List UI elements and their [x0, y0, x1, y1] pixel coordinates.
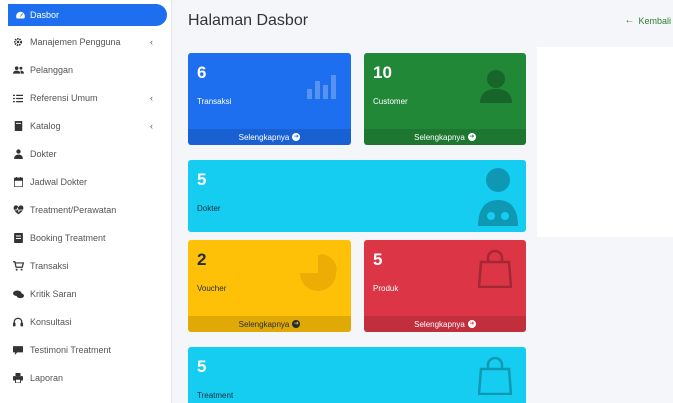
sidebar-item-jadwal-dokter[interactable]: Jadwal Dokter [0, 168, 171, 196]
sidebar-item-testimoni-treatment[interactable]: Testimoni Treatment [0, 336, 171, 364]
sidebar-item-label: Katalog [30, 121, 61, 131]
produk-count: 5 [373, 250, 383, 269]
dashboard-content: 6 Transaksi Selengkapnya ➜ 10 Customer S… [172, 42, 673, 403]
sidebar-item-kritik-saran[interactable]: Kritik Saran [0, 280, 171, 308]
dokter-box: 5 Dokter [188, 160, 526, 232]
sidebar-item-label: Konsultasi [30, 317, 72, 327]
book-icon [12, 120, 24, 132]
users-icon [12, 64, 24, 76]
treatment-count: 5 [197, 357, 207, 376]
sidebar-item-dokter[interactable]: Dokter [0, 140, 171, 168]
dokter-count: 5 [197, 170, 207, 189]
transaksi-count: 6 [197, 63, 207, 82]
sidebar-item-label: Kritik Saran [30, 289, 77, 299]
page-header: Halaman Dasbor ← Kembali [172, 0, 673, 42]
book-open-icon [12, 232, 24, 244]
sidebar-item-label: Testimoni Treatment [30, 345, 112, 355]
treatment-label: Treatment [197, 391, 234, 400]
more-link-label: Selengkapnya [238, 319, 290, 329]
back-link-label: Kembali [638, 15, 671, 26]
sidebar-item-laporan[interactable]: Laporan [0, 364, 171, 392]
customer-label: Customer [373, 97, 408, 106]
headset-icon [12, 316, 24, 328]
transaksi-box: 6 Transaksi Selengkapnya ➜ [188, 53, 351, 145]
produk-label: Produk [373, 284, 399, 293]
transaksi-more-link[interactable]: Selengkapnya ➜ [188, 129, 351, 145]
gear-icon [12, 36, 24, 48]
arrow-circle-right-icon: ➜ [292, 320, 301, 328]
sidebar-item-treatment-perawatan[interactable]: Treatment/Perawatan [0, 196, 171, 224]
sidebar: Dasbor Manajemen Pengguna ‹ Pelanggan Re… [0, 0, 172, 403]
treatment-box: 5 Treatment [188, 347, 526, 403]
page-title: Halaman Dasbor [188, 12, 309, 29]
pie-chart-icon [299, 254, 337, 297]
dashboard-icon [14, 9, 26, 21]
arrow-circle-right-icon: ➜ [292, 133, 301, 141]
sidebar-item-label: Laporan [30, 373, 64, 383]
transaksi-label: Transaksi [197, 97, 232, 106]
sidebar-item-referensi-umum[interactable]: Referensi Umum ‹ [0, 84, 171, 112]
arrow-left-icon: ← [624, 15, 635, 26]
customer-box: 10 Customer Selengkapnya ➜ [364, 53, 526, 145]
more-link-label: Selengkapnya [238, 132, 290, 142]
sidebar-item-transaksi[interactable]: Transaksi [0, 252, 171, 280]
customer-more-link[interactable]: Selengkapnya ➜ [364, 129, 526, 145]
voucher-label: Voucher [197, 284, 227, 293]
sidebar-item-konsultasi[interactable]: Konsultasi [0, 308, 171, 336]
arrow-circle-right-icon: ➜ [467, 320, 476, 328]
produk-more-link[interactable]: Selengkapnya ➜ [364, 316, 526, 332]
chevron-left-icon: ‹ [150, 121, 153, 131]
shopping-bag-icon [477, 249, 513, 293]
sidebar-item-label: Transaksi [30, 261, 69, 271]
sidebar-item-label: Pelanggan [30, 65, 74, 75]
doctor-icon [12, 148, 24, 160]
comment-icon [12, 344, 24, 356]
chevron-left-icon: ‹ [150, 37, 153, 47]
print-icon [12, 372, 24, 384]
sidebar-item-label: Referensi Umum [30, 93, 98, 103]
sidebar-item-label: Manajemen Pengguna [30, 37, 121, 47]
sidebar-item-label: Jadwal Dokter [30, 177, 88, 187]
produk-box: 5 Produk Selengkapnya ➜ [364, 240, 526, 332]
heartbeat-icon [12, 204, 24, 216]
shopping-bag-icon [477, 356, 513, 400]
calendar-icon [12, 176, 24, 188]
chevron-left-icon: ‹ [150, 93, 153, 103]
more-link-label: Selengkapnya [414, 132, 465, 142]
doctor-icon [478, 166, 518, 231]
sidebar-item-label: Booking Treatment [30, 233, 106, 243]
sidebar-item-booking-treatment[interactable]: Booking Treatment [0, 224, 171, 252]
cart-icon [12, 260, 24, 272]
more-link-label: Selengkapnya [414, 319, 465, 329]
comments-icon [12, 288, 24, 300]
voucher-box: 2 Voucher Selengkapnya ➜ [188, 240, 351, 332]
customer-count: 10 [373, 63, 392, 82]
list-icon [12, 92, 24, 104]
sidebar-item-katalog[interactable]: Katalog ‹ [0, 112, 171, 140]
voucher-count: 2 [197, 250, 207, 269]
sidebar-item-pelanggan[interactable]: Pelanggan [0, 56, 171, 84]
sidebar-item-manajemen-pengguna[interactable]: Manajemen Pengguna ‹ [0, 28, 171, 56]
sidebar-item-dasbor[interactable]: Dasbor [8, 4, 167, 26]
sidebar-item-label: Dokter [30, 149, 57, 159]
sidebar-item-label: Dasbor [30, 10, 60, 20]
back-link[interactable]: ← Kembali [624, 15, 671, 26]
side-panel [537, 47, 673, 237]
bar-chart-icon [307, 73, 337, 104]
user-icon [480, 69, 512, 108]
arrow-circle-right-icon: ➜ [467, 133, 476, 141]
voucher-more-link[interactable]: Selengkapnya ➜ [188, 316, 351, 332]
sidebar-item-label: Treatment/Perawatan [30, 205, 117, 215]
dokter-label: Dokter [197, 204, 221, 213]
